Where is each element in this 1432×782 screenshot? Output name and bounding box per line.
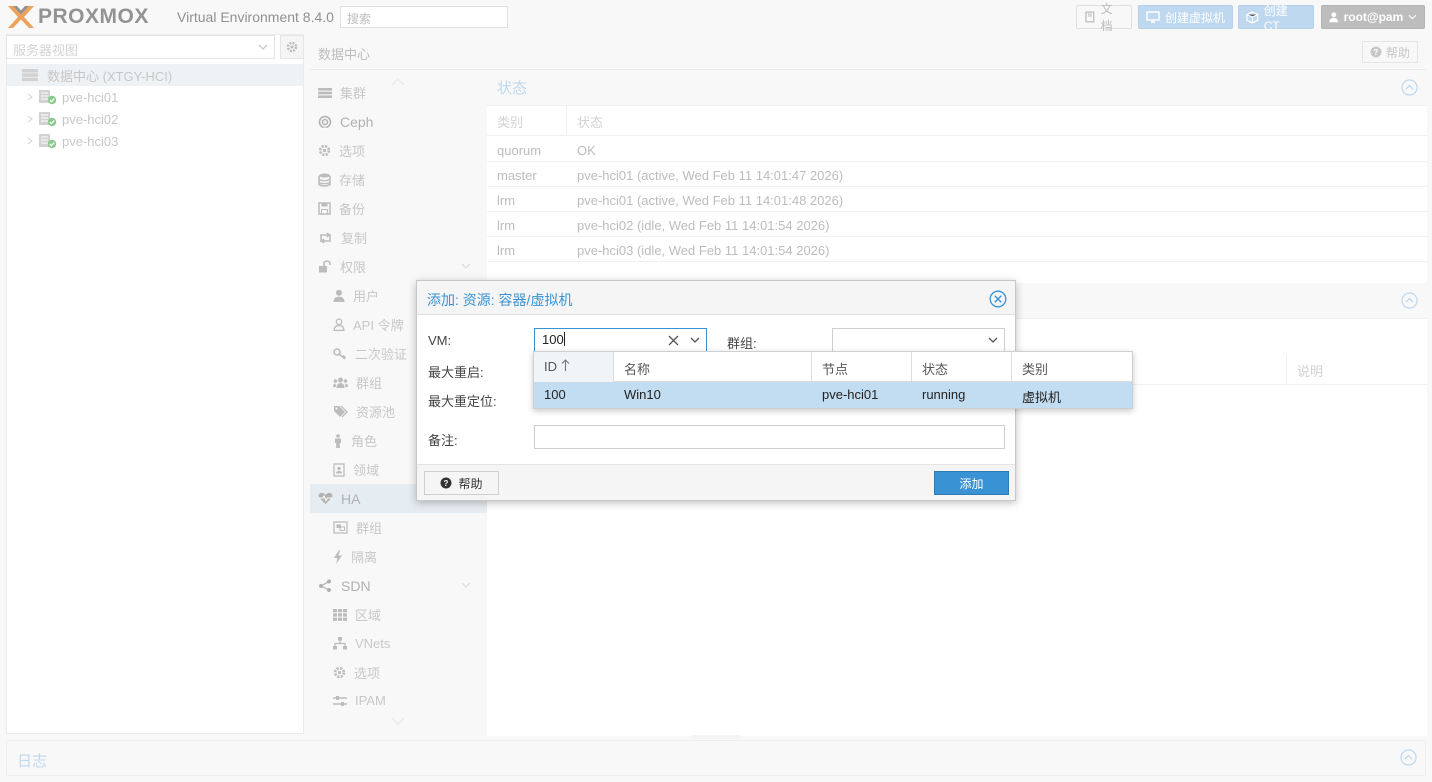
column-header-label: 类别 bbox=[1022, 362, 1049, 377]
notes-label: 备注: bbox=[428, 433, 458, 448]
vm-type-cell: 虚拟机 bbox=[1022, 390, 1062, 405]
column-header-type[interactable]: 类别 bbox=[1012, 352, 1132, 382]
column-header-label: 状态 bbox=[922, 362, 949, 377]
vm-status-cell: running bbox=[922, 387, 966, 402]
vm-combobox-value[interactable]: 100 bbox=[542, 332, 564, 347]
column-header-id[interactable]: ID bbox=[534, 352, 614, 382]
vm-id-cell: 100 bbox=[544, 387, 566, 402]
dialog-title: 添加: 资源: 容器/虚拟机 bbox=[427, 292, 573, 308]
column-header-label: 节点 bbox=[822, 362, 849, 377]
notes-field[interactable] bbox=[534, 425, 1005, 449]
picker-header: ID 名称 节点 状态 类别 bbox=[534, 352, 1132, 382]
column-header-label: 名称 bbox=[624, 362, 651, 377]
dialog-help-label: 帮助 bbox=[458, 476, 483, 491]
group-field-label: 群组: bbox=[727, 336, 757, 351]
add-button[interactable]: 添加 bbox=[934, 471, 1009, 495]
question-circle-icon: ? bbox=[440, 477, 452, 489]
svg-text:?: ? bbox=[444, 479, 449, 488]
max-restart-label: 最大重启: bbox=[428, 365, 484, 380]
picker-row-selected[interactable]: 100 Win10 pve-hci01 running 虚拟机 bbox=[534, 382, 1132, 408]
vm-field-label: VM: bbox=[428, 333, 452, 348]
vm-combobox[interactable]: 100 bbox=[534, 328, 707, 352]
column-header-status[interactable]: 状态 bbox=[912, 352, 1012, 382]
dialog-footer: ? 帮助 添加 bbox=[417, 464, 1015, 500]
vm-picker-dropdown: ID 名称 节点 状态 类别 100 Win10 pve-hci01 runni… bbox=[533, 351, 1133, 409]
chevron-down-icon[interactable] bbox=[988, 337, 998, 344]
column-header-name[interactable]: 名称 bbox=[614, 352, 812, 382]
chevron-down-icon[interactable] bbox=[690, 337, 700, 344]
group-combobox[interactable] bbox=[832, 328, 1005, 352]
vm-name-cell: Win10 bbox=[624, 387, 661, 402]
close-icon[interactable] bbox=[989, 290, 1007, 308]
sort-ascending-icon bbox=[561, 359, 570, 371]
column-header-label: ID bbox=[544, 359, 557, 374]
max-relocate-label: 最大重定位: bbox=[428, 394, 497, 409]
dialog-title-bar: 添加: 资源: 容器/虚拟机 bbox=[417, 281, 1015, 315]
dialog-help-button[interactable]: ? 帮助 bbox=[424, 471, 499, 495]
clear-icon[interactable] bbox=[668, 335, 679, 346]
vm-node-cell: pve-hci01 bbox=[822, 387, 879, 402]
column-header-node[interactable]: 节点 bbox=[812, 352, 912, 382]
add-button-label: 添加 bbox=[959, 476, 984, 491]
